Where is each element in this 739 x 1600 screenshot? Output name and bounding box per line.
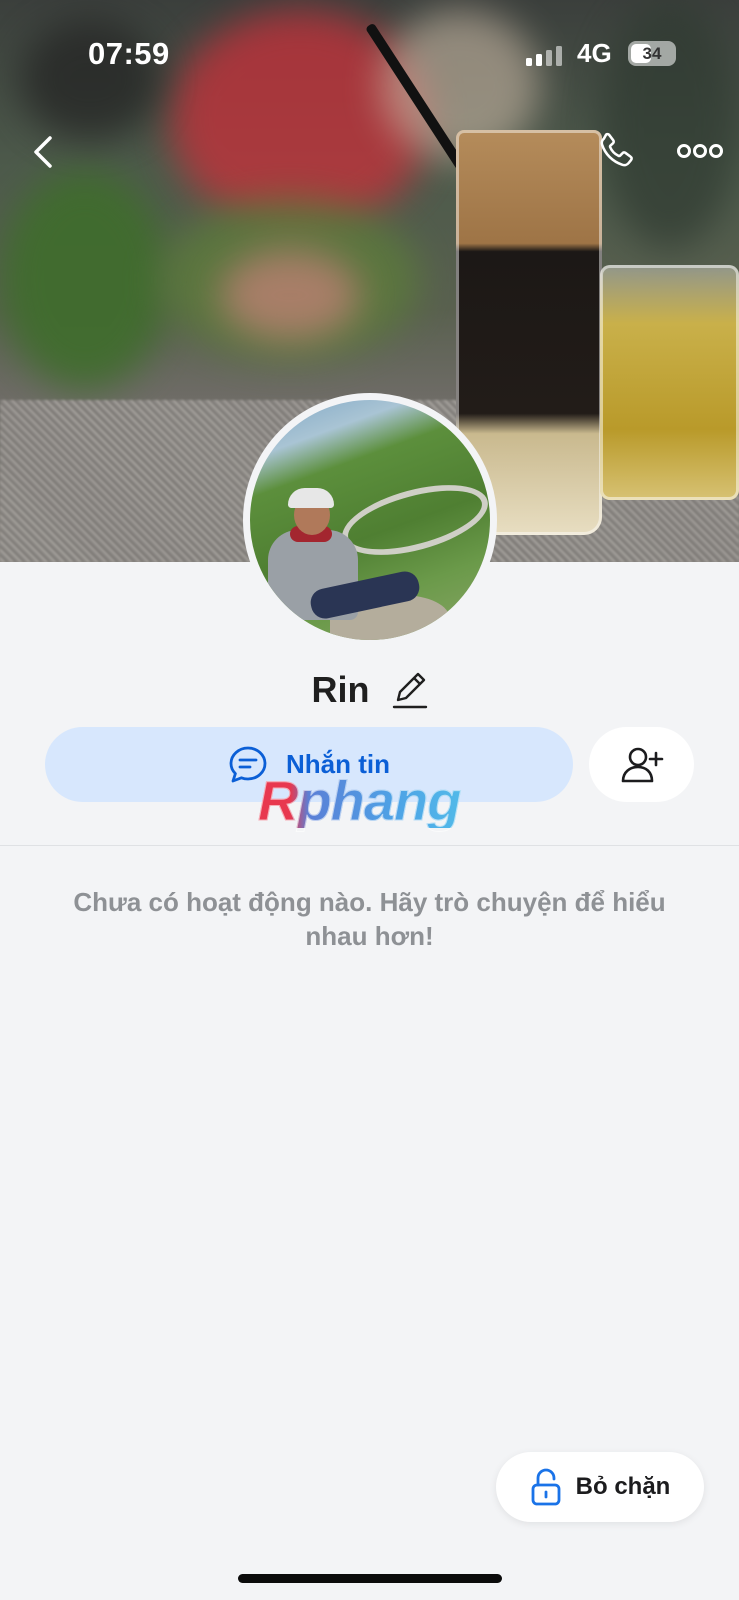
- unblock-button[interactable]: Bỏ chặn: [496, 1452, 704, 1522]
- pencil-icon[interactable]: [392, 670, 428, 710]
- more-options-button[interactable]: [676, 136, 724, 166]
- battery-level: 34: [642, 44, 662, 63]
- profile-name: Rin: [311, 669, 370, 710]
- add-friend-button[interactable]: [589, 727, 694, 802]
- empty-activity-message: Chưa có hoạt động nào. Hãy trò chuyện để…: [73, 887, 666, 951]
- network-type: 4G: [577, 38, 612, 68]
- watermark-logo: Rphang: [258, 768, 488, 833]
- battery-icon: 34: [628, 41, 676, 66]
- status-time: 07:59: [88, 36, 170, 71]
- signal-icon: [526, 46, 562, 66]
- avatar[interactable]: [243, 393, 497, 647]
- profile-name-row: Rin: [0, 665, 739, 715]
- chevron-left-icon: [34, 136, 52, 168]
- phone-icon: [600, 132, 633, 167]
- unblock-button-label: Bỏ chặn: [575, 1473, 671, 1500]
- add-user-icon: [621, 747, 663, 782]
- call-button[interactable]: [594, 130, 638, 174]
- home-indicator[interactable]: [238, 1574, 502, 1583]
- divider: [0, 845, 739, 846]
- back-button[interactable]: [26, 130, 62, 174]
- unlock-icon: [531, 1468, 561, 1506]
- status-bar: 07:59 4G 34: [0, 0, 739, 100]
- more-horizontal-icon: [677, 144, 723, 158]
